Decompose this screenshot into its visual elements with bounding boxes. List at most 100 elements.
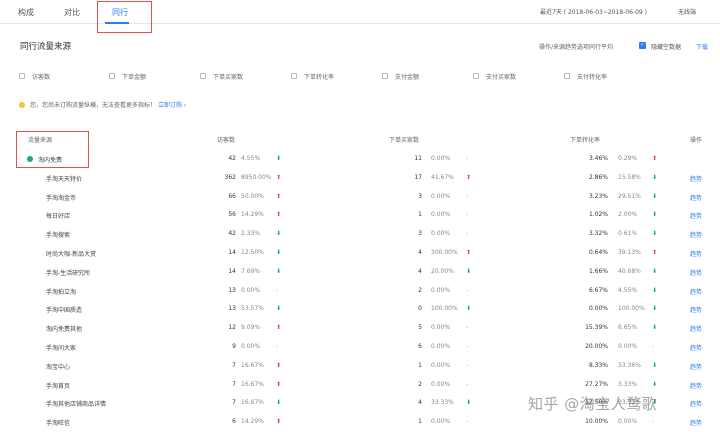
- trend-arrow-icon: -: [466, 286, 469, 294]
- hide-empty-checkbox[interactable]: ✓: [639, 42, 646, 49]
- trend-arrow-icon: ⬇: [652, 230, 658, 238]
- trend-arrow-icon: ⬆: [276, 361, 282, 369]
- conversion-change: 15.58%: [618, 173, 641, 181]
- metric-checkbox[interactable]: [473, 73, 479, 79]
- visitors-change: 0.00%: [241, 286, 261, 294]
- trend-link[interactable]: 趋势: [690, 362, 702, 371]
- metric-checkbox[interactable]: [291, 73, 297, 79]
- trend-link[interactable]: 趋势: [690, 211, 702, 220]
- metric-checkbox[interactable]: [19, 73, 25, 79]
- header-visitors[interactable]: 访客数: [217, 135, 235, 144]
- trend-link[interactable]: 趋势: [690, 399, 702, 408]
- trend-link[interactable]: 趋势: [690, 287, 702, 296]
- trend-link[interactable]: 趋势: [690, 174, 702, 183]
- trend-arrow-icon: ⬆: [466, 173, 472, 181]
- buyers-change: 41.67%: [431, 173, 454, 181]
- subscribe-link[interactable]: 立即订购 ›: [158, 100, 186, 109]
- table-row: 手淘问大家 9 0.00% - 6 0.00% - 20.00% 0.00% - 趋势: [0, 339, 720, 357]
- visitors-value: 66: [228, 192, 236, 200]
- conversion-change: 2.00%: [618, 211, 638, 219]
- trend-link[interactable]: 趋势: [690, 305, 702, 314]
- trend-link[interactable]: 趋势: [690, 381, 702, 390]
- metric-option-order-amount[interactable]: 下单金额: [109, 72, 146, 81]
- table-row: 手淘旺信 6 14.29% ⬆ 1 0.00% -10.00% 0.00% - 趋势: [0, 414, 720, 432]
- table-row: 手淘中国质造 13 53.57% ⬇ 0 100.00% ⬇ 0.00% 100.00% ⬇ 趋势: [0, 301, 720, 319]
- trend-arrow-icon: ⬇: [466, 267, 472, 275]
- metric-option-order-conversion[interactable]: 下单转化率: [291, 72, 335, 81]
- trend-arrow-icon: ⬆: [652, 249, 658, 256]
- source-name: 时尚大咖-新品大赏: [46, 251, 97, 258]
- trend-arrow-icon: ⬇: [276, 305, 282, 313]
- buyers-change: 0.00%: [431, 343, 451, 350]
- trend-arrow-icon: -: [466, 418, 469, 426]
- conversion-value: 10.00%: [585, 418, 608, 426]
- source-name: 手淘-生活研究所: [46, 269, 91, 277]
- visitors-change: 12.50%: [241, 249, 264, 256]
- trend-link[interactable]: 趋势: [690, 230, 702, 239]
- trend-link[interactable]: 趋势: [690, 324, 702, 333]
- trend-arrow-icon: -: [466, 361, 469, 369]
- conversion-change: 4.55%: [618, 286, 638, 294]
- source-name[interactable]: 淘内免费: [38, 155, 62, 164]
- conversion-change: 0.29%: [618, 155, 638, 162]
- metric-checkbox[interactable]: [382, 73, 388, 79]
- visitors-change: 16.67%: [241, 361, 264, 369]
- visitors-value: 9: [232, 343, 236, 350]
- visitors-change: 14.29%: [241, 418, 264, 426]
- trend-arrow-icon: ⬆: [276, 211, 282, 219]
- source-name: 淘内免费其他: [46, 326, 83, 334]
- buyers-change: 0.00%: [431, 380, 451, 388]
- compare-mode-dropdown[interactable]: 操作/来源趋势选项同行平均: [539, 42, 613, 51]
- visitors-change: 16.67%: [241, 399, 264, 407]
- table-row: 时尚大咖-新品大赏 14 12.50% ⬇ 4 300.00% ⬆ 0.64% 39.13% ⬆ 趋…: [0, 245, 720, 263]
- visitors-value: 7: [232, 399, 236, 407]
- metric-option-pay-amount[interactable]: 支付金额: [382, 72, 419, 81]
- buyers-change: 0.00%: [431, 192, 451, 200]
- buyers-value: 3: [418, 192, 422, 200]
- metric-label: 访客数: [32, 73, 51, 81]
- device-filter-dropdown[interactable]: 无线端: [678, 7, 696, 16]
- conversion-change: 100.00%: [618, 305, 645, 313]
- trend-arrow-icon: ⬇: [652, 173, 658, 181]
- section-title: 同行流量来源: [20, 42, 72, 52]
- trend-arrow-icon: ⬇: [276, 399, 282, 407]
- visitors-value: 56: [228, 211, 236, 219]
- notice-text: 您，您尚未订购流量纵横，无法查看更多指标！: [30, 102, 157, 109]
- source-name: 手淘中国质造: [46, 307, 83, 315]
- trend-link[interactable]: 趋势: [690, 193, 702, 202]
- metric-checkbox[interactable]: [564, 73, 570, 79]
- visitors-value: 12: [228, 324, 236, 332]
- tab-compare[interactable]: 对比: [64, 7, 80, 18]
- metric-checkbox[interactable]: [200, 73, 206, 79]
- metric-checkbox[interactable]: [109, 73, 115, 79]
- buyers-value: 4: [418, 267, 422, 275]
- trend-link[interactable]: 趋势: [690, 418, 702, 427]
- metric-label: 下单转化率: [304, 73, 335, 81]
- tab-composition[interactable]: 构成: [18, 7, 34, 18]
- visitors-value: 14: [228, 267, 236, 275]
- conversion-value: 3.23%: [588, 192, 608, 200]
- header-conversion[interactable]: 下单转化率: [570, 135, 600, 144]
- trend-link[interactable]: 趋势: [690, 268, 702, 277]
- trend-arrow-icon: ⬆: [276, 192, 282, 200]
- buyers-value: 5: [418, 324, 422, 332]
- trend-arrow-icon: ⬆: [466, 249, 472, 256]
- header-buyers[interactable]: 下单买家数: [389, 135, 419, 144]
- trend-arrow-icon: ⬇: [276, 155, 282, 162]
- metric-option-pay-conversion[interactable]: 支付转化率: [564, 72, 607, 81]
- download-link[interactable]: 下载: [696, 42, 708, 51]
- metric-option-visitors[interactable]: 访客数: [19, 72, 51, 81]
- category-dot-icon: [27, 156, 33, 162]
- table-row: 手淘天天特价 362 8950.00% ⬆ 17 41.67% ⬆ 2.86% 15.58% ⬇ 趋…: [0, 170, 720, 188]
- table-row: 手淘-生活研究所 14 7.69% ⬇ 4 20.00% ⬇ 1.66% 40.68% ⬇ 趋势: [0, 264, 720, 282]
- visitors-value: 13: [228, 305, 236, 313]
- trend-link[interactable]: 趋势: [690, 343, 702, 352]
- visitors-value: 362: [224, 173, 236, 181]
- buyers-value: 2: [418, 380, 422, 388]
- trend-link[interactable]: 趋势: [690, 249, 702, 258]
- metric-option-pay-buyers[interactable]: 支付买家数: [473, 72, 516, 81]
- trend-arrow-icon: -: [466, 155, 469, 162]
- date-range-picker[interactable]: 最近7天 ( 2018-06-03~2018-06-09 ): [540, 7, 647, 16]
- buyers-change: 0.00%: [431, 286, 451, 294]
- metric-option-order-buyers[interactable]: 下单买家数: [200, 72, 243, 81]
